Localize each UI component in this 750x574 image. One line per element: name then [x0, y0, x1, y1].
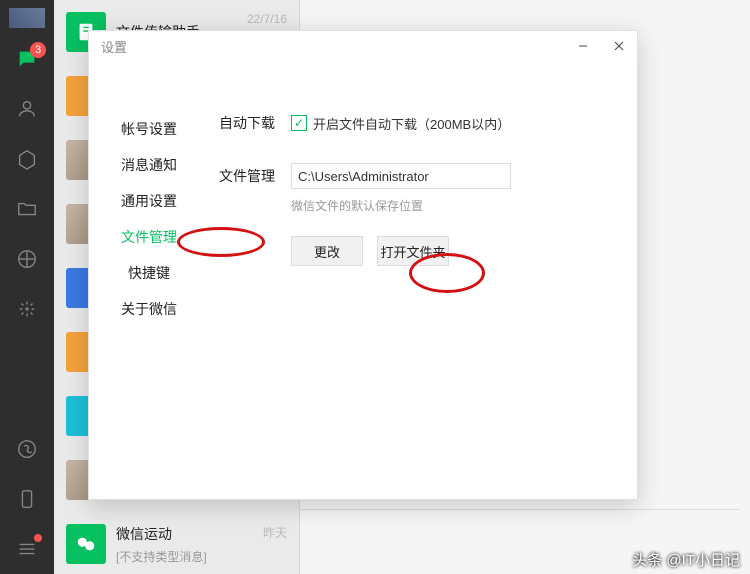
more-icon[interactable]	[14, 296, 40, 322]
nav-notifications[interactable]: 消息通知	[89, 147, 209, 183]
file-path-input[interactable]	[291, 163, 511, 189]
avatar[interactable]	[9, 8, 45, 28]
moments-icon[interactable]	[14, 246, 40, 272]
file-manage-label: 文件管理	[219, 166, 291, 186]
change-button[interactable]: 更改	[291, 236, 363, 266]
unread-badge: 3	[30, 42, 46, 58]
nav-file-management[interactable]: 文件管理	[89, 219, 209, 255]
chat-item-sport[interactable]: 微信运动 [不支持类型消息] 昨天	[54, 512, 299, 574]
chat-icon[interactable]: 3	[14, 46, 40, 72]
auto-download-label: 自动下载	[219, 113, 291, 133]
auto-download-checkbox[interactable]	[291, 115, 307, 131]
nav-about[interactable]: 关于微信	[89, 291, 209, 327]
favorites-icon[interactable]	[14, 146, 40, 172]
file-path-hint: 微信文件的默认保存位置	[291, 197, 617, 214]
nav-account[interactable]: 帐号设置	[89, 111, 209, 147]
settings-content: 自动下载 开启文件自动下载（200MB以内） 文件管理 微信文件的默认保存位置 …	[209, 61, 637, 499]
nav-general[interactable]: 通用设置	[89, 183, 209, 219]
watermark: 头条 @IT小日记	[632, 549, 740, 570]
nav-shortcuts[interactable]: 快捷键	[89, 255, 209, 291]
contacts-icon[interactable]	[14, 96, 40, 122]
input-divider	[300, 509, 740, 510]
files-icon[interactable]	[14, 196, 40, 222]
minimize-button[interactable]	[565, 31, 601, 61]
miniprogram-icon[interactable]	[14, 436, 40, 462]
dialog-titlebar: 设置	[89, 31, 637, 61]
settings-dialog: 设置 帐号设置 消息通知 通用设置 文件管理 快捷键 关于微信 自动下载 开启文…	[88, 30, 638, 500]
phone-icon[interactable]	[14, 486, 40, 512]
menu-icon[interactable]	[14, 536, 40, 562]
open-folder-button[interactable]: 打开文件夹	[377, 236, 449, 266]
close-button[interactable]	[601, 31, 637, 61]
dialog-title: 设置	[101, 37, 127, 56]
settings-nav: 帐号设置 消息通知 通用设置 文件管理 快捷键 关于微信	[89, 61, 209, 499]
left-rail: 3	[0, 0, 54, 574]
auto-download-text: 开启文件自动下载（200MB以内）	[313, 114, 510, 133]
